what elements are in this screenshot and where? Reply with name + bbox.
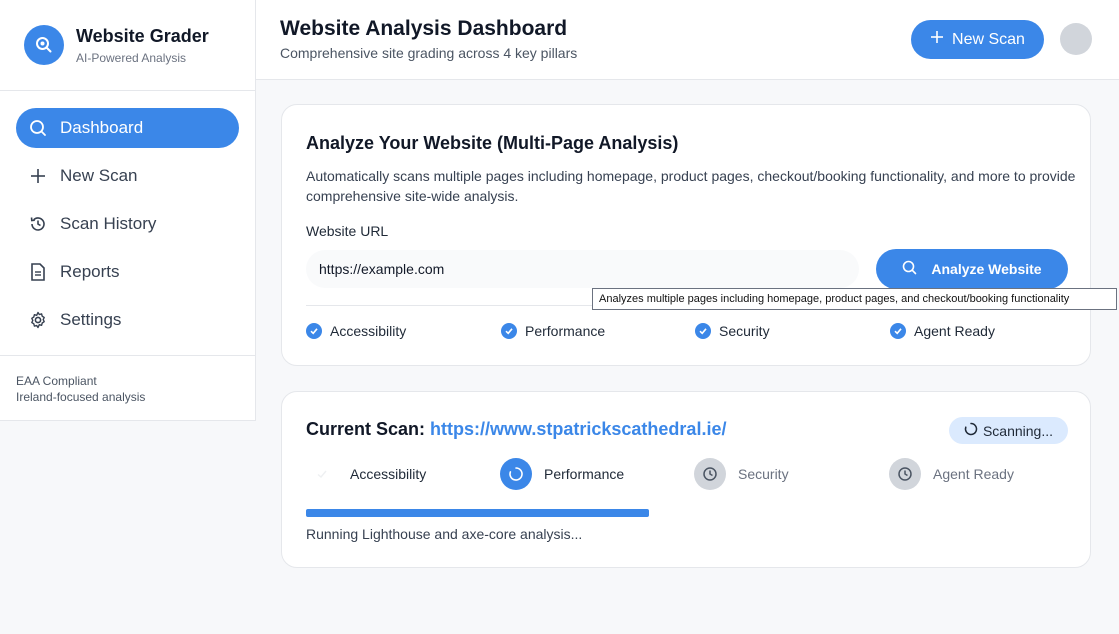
search-icon — [28, 118, 48, 138]
scan-progress-fill — [306, 509, 649, 517]
current-scan-url[interactable]: https://www.stpatrickscathedral.ie/ — [430, 419, 726, 439]
sidebar-item-label: Scan History — [60, 214, 157, 233]
sidebar-item-scan-history[interactable]: Scan History — [16, 204, 239, 244]
check-icon — [501, 323, 517, 339]
analyze-description: Automatically scans multiple pages inclu… — [306, 168, 1076, 204]
clock-icon — [694, 458, 726, 490]
brand-subtitle: AI-Powered Analysis — [76, 50, 187, 65]
step-accessibility: Accessibility — [306, 458, 426, 490]
plus-icon — [930, 30, 944, 49]
step-performance: Performance — [500, 458, 624, 490]
step-label: Performance — [544, 466, 625, 482]
sidebar: Website Grader AI-Powered Analysis Dashb… — [0, 0, 256, 421]
sidebar-item-label: Settings — [60, 310, 122, 329]
scan-progress-bar — [306, 509, 649, 517]
url-label: Website URL — [306, 223, 389, 239]
scanning-label: Scanning... — [982, 422, 1054, 439]
check-icon — [306, 323, 322, 339]
sidebar-item-reports[interactable]: Reports — [16, 252, 239, 292]
step-label: Accessibility — [350, 466, 427, 482]
step-agent-ready: Agent Ready — [889, 458, 1014, 490]
step-label: Agent Ready — [933, 466, 1014, 482]
pillar-performance: Performance — [501, 323, 605, 339]
brand-title: Website Grader — [76, 25, 209, 46]
sidebar-item-new-scan[interactable]: New Scan — [16, 156, 239, 196]
current-scan-prefix: Current Scan: — [306, 419, 426, 439]
page-title: Website Analysis Dashboard — [280, 17, 568, 40]
spinner-icon — [500, 458, 532, 490]
page-header: Website Analysis Dashboard Comprehensive… — [256, 0, 1119, 80]
analyze-card: Analyze Your Website (Multi-Page Analysi… — [281, 104, 1091, 366]
sidebar-nav: Dashboard New Scan Scan History Reports … — [0, 91, 255, 356]
pillar-checklist: Accessibility Performance Security Agent… — [306, 323, 1086, 343]
pillar-label: Accessibility — [330, 323, 407, 339]
sidebar-footer: EAA Compliant Ireland-focused analysis — [0, 356, 255, 422]
current-scan-card: Current Scan: https://www.stpatrickscath… — [281, 391, 1091, 568]
check-icon — [306, 458, 338, 490]
compliance-note: EAA Compliant — [16, 374, 97, 388]
current-scan-title: Current Scan: https://www.stpatrickscath… — [306, 419, 726, 440]
pillar-accessibility: Accessibility — [306, 323, 406, 339]
document-icon — [28, 262, 48, 282]
page-subtitle: Comprehensive site grading across 4 key … — [280, 45, 578, 61]
pillar-security: Security — [695, 323, 770, 339]
logo-search-icon — [24, 25, 64, 65]
sidebar-item-label: Dashboard — [60, 118, 144, 137]
step-security: Security — [694, 458, 789, 490]
analyze-title: Analyze Your Website (Multi-Page Analysi… — [306, 133, 679, 153]
brand: Website Grader AI-Powered Analysis — [0, 0, 255, 91]
scan-status-text: Running Lighthouse and axe-core analysis… — [306, 526, 583, 542]
search-icon — [902, 260, 917, 278]
history-icon — [28, 214, 48, 234]
pillar-label: Security — [719, 323, 770, 339]
check-icon — [890, 323, 906, 339]
avatar[interactable] — [1060, 23, 1092, 55]
url-input[interactable] — [306, 250, 859, 288]
plus-icon — [28, 166, 48, 186]
pillar-agent-ready: Agent Ready — [890, 323, 995, 339]
step-label: Security — [738, 466, 789, 482]
gear-icon — [28, 310, 48, 330]
analyze-button-label: Analyze Website — [931, 261, 1042, 277]
new-scan-label: New Scan — [952, 30, 1025, 48]
sidebar-item-label: Reports — [60, 262, 120, 281]
analyze-website-button[interactable]: Analyze Website — [876, 249, 1068, 289]
new-scan-button[interactable]: New Scan — [911, 20, 1044, 59]
region-note: Ireland-focused analysis — [16, 390, 146, 404]
sidebar-item-settings[interactable]: Settings — [16, 300, 239, 340]
pillar-label: Performance — [525, 323, 606, 339]
scanning-status-badge: Scanning... — [949, 417, 1068, 444]
spinner-icon — [964, 422, 978, 439]
pillar-label: Agent Ready — [914, 323, 995, 339]
check-icon — [695, 323, 711, 339]
sidebar-item-dashboard[interactable]: Dashboard — [16, 108, 239, 148]
clock-icon — [889, 458, 921, 490]
analyze-tooltip: Analyzes multiple pages including homepa… — [592, 288, 1117, 310]
sidebar-item-label: New Scan — [60, 166, 138, 185]
